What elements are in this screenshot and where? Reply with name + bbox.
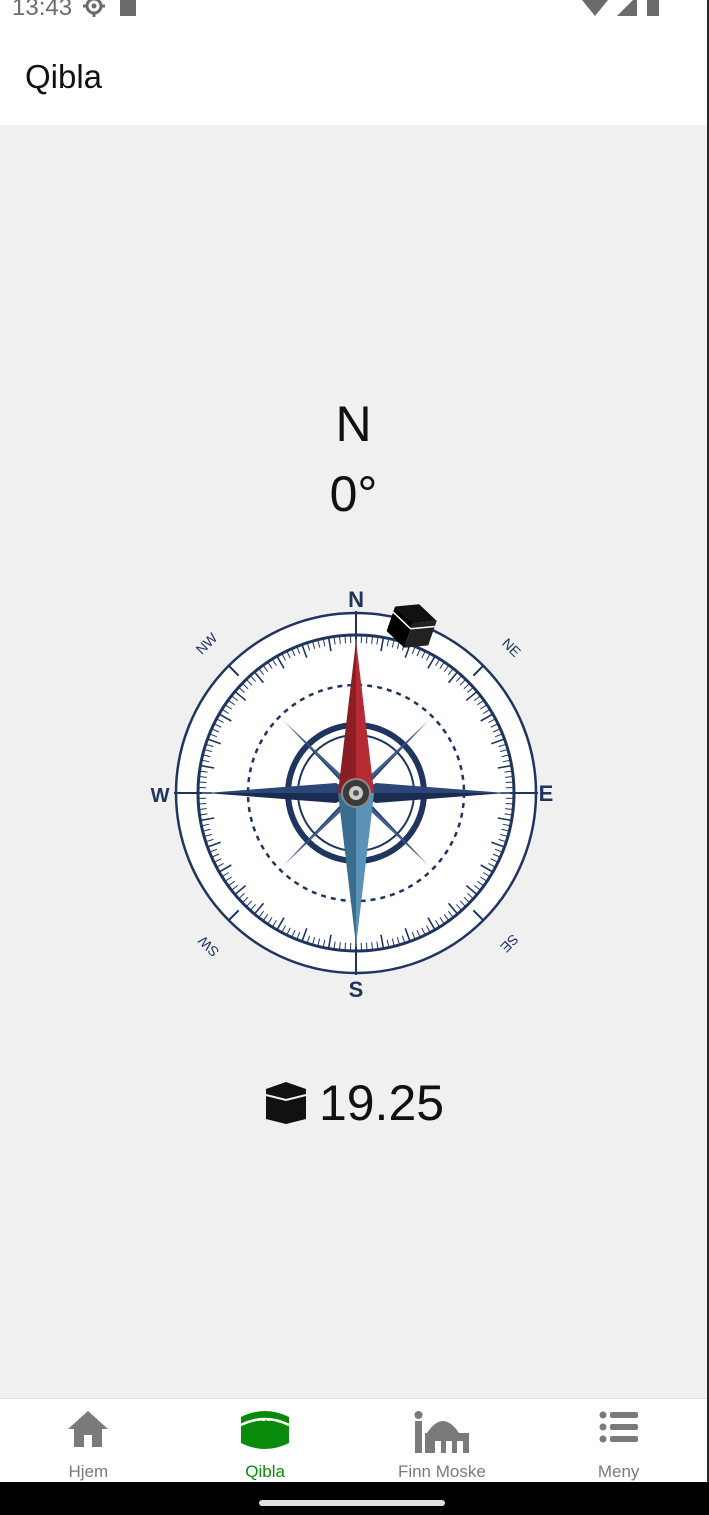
status-icons-left [82, 0, 138, 18]
home-icon [68, 1411, 109, 1447]
nav-item-qibla[interactable]: Qibla [177, 1399, 354, 1483]
compass-label-n: N [348, 587, 364, 612]
compass-tick [198, 802, 207, 805]
compass-label-sw: SW [194, 932, 222, 960]
page-title: Qibla [25, 58, 103, 95]
wifi-icon [582, 0, 608, 16]
status-icons-right [581, 0, 661, 18]
nav-label-menu: Meny [597, 1462, 640, 1481]
qibla-bearing-value: 19.25 [318, 1075, 445, 1131]
sd-card-icon [120, 0, 136, 16]
kaaba-icon [265, 1082, 307, 1124]
compass-label-se: SE [497, 931, 522, 956]
nav-item-menu[interactable]: Meny [530, 1399, 707, 1483]
qibla-bearing: 19.25 [0, 1073, 707, 1133]
settings-gear-icon [83, 0, 105, 17]
compass-rose: N S E W NE NW SE SW [151, 587, 554, 1000]
menu-icon [599, 1411, 638, 1443]
compass-label-nw: NW [193, 629, 221, 657]
nav-item-home[interactable]: Hjem [0, 1399, 177, 1483]
nav-label-qibla: Qibla [245, 1462, 285, 1481]
compass-tick [198, 781, 207, 784]
app-bar: Qibla [0, 28, 707, 125]
home-gesture-handle[interactable] [259, 1500, 445, 1506]
kaaba-icon [240, 1411, 290, 1449]
heading-degrees: 0° [329, 466, 378, 522]
battery-icon [647, 0, 659, 16]
compass-tick [365, 942, 368, 951]
nav-label-find-mosque: Finn Moske [397, 1462, 486, 1481]
compass-tick [344, 942, 347, 951]
compass-tick [505, 802, 514, 805]
compass-tick [505, 781, 514, 784]
compass-label-w: W [151, 785, 170, 807]
nav-item-find-mosque[interactable]: Finn Moske [354, 1399, 531, 1483]
heading-direction: N [335, 396, 372, 452]
bottom-navigation: Hjem Qibla Finn Moske Meny [0, 1398, 707, 1483]
nav-label-home: Hjem [68, 1462, 109, 1481]
mosque-icon [414, 1411, 469, 1453]
status-time: 13:43 [12, 0, 73, 21]
qibla-content: N 0° N S E W NE NW SE SW 19.25 [0, 125, 707, 1398]
compass-label-s: S [349, 977, 364, 1000]
compass-tick [365, 635, 368, 644]
compass-tick [344, 635, 347, 644]
cell-signal-icon [617, 0, 637, 16]
compass-label-ne: NE [499, 635, 524, 660]
status-bar: 13:43 [0, 0, 709, 28]
system-gesture-bar [0, 1482, 709, 1515]
compass-label-e: E [539, 781, 554, 806]
